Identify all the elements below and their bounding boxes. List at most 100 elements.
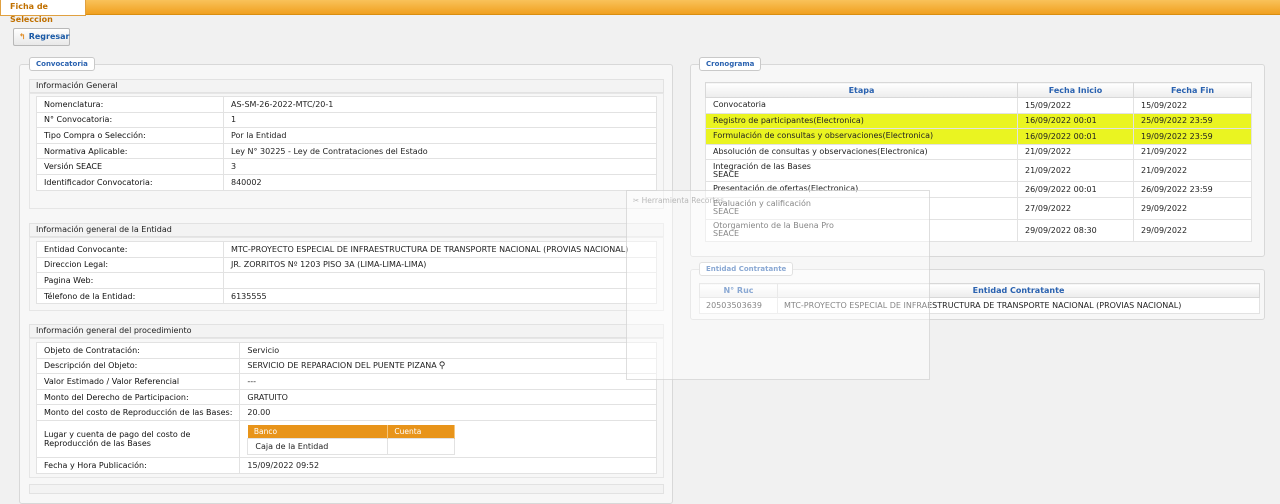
convocatoria-legend: Convocatoria (29, 57, 95, 71)
cron-etapa-text: Absolución de consultas y observaciones(… (713, 146, 928, 156)
section-info-entidad: Información general de la Entidad (29, 223, 664, 237)
field-label: Entidad Convocante: (36, 241, 224, 258)
field-label: Direccion Legal: (36, 256, 224, 274)
field-value-text: AS-SM-26-2022-MTC/20-1 (231, 99, 334, 109)
field-value: --- (239, 373, 657, 390)
cron-etapa-text: Registro de participantes(Electronica) (713, 115, 864, 125)
table-row: Objeto de Contratación: Servicio (35, 342, 657, 359)
field-label: Normativa Aplicable: (36, 142, 224, 160)
field-value-text: JR. ZORRITOS Nº 1203 PISO 3A (LIMA-LIMA-… (231, 260, 427, 270)
top-bar (0, 0, 1280, 15)
field-value: Servicio (239, 342, 657, 359)
cron-cell-etapa: Registro de participantes(Electronica) (705, 112, 1018, 129)
field-label: Pagina Web: (36, 272, 224, 289)
table-row: Registro de participantes(Electronica) 16… (705, 112, 1252, 129)
table-row: Caja de la Entidad (247, 438, 456, 456)
cron-cell-etapa: Absolución de consultas y observaciones(… (705, 143, 1018, 160)
cron-etapa-text: Integración de las Bases (713, 161, 811, 171)
table-row: Versión SEACE 3 (36, 158, 657, 175)
bank-header-cuenta: Cuenta (387, 424, 456, 439)
field-value: JR. ZORRITOS Nº 1203 PISO 3A (LIMA-LIMA-… (223, 256, 657, 274)
fecha-publicacion-value: 15/09/2022 09:52 (239, 456, 657, 474)
table-row: Pagina Web: (36, 272, 657, 289)
cron-cell-fin: 19/09/2022 23:59 (1133, 128, 1252, 145)
field-value: Ley N° 30225 - Ley de Contrataciones del… (223, 142, 657, 160)
cron-header-etapa: Etapa (705, 82, 1018, 98)
info-procedimiento-table: Objeto de Contratación: Servicio Descripci… (35, 342, 657, 474)
field-label: Objeto de Contratación: (35, 342, 241, 359)
cron-cell-fin: 15/09/2022 (1133, 97, 1252, 114)
snipping-tool-title: ✂ Herramienta Recortes (633, 196, 724, 205)
table-row: Absolución de consultas y observaciones(… (705, 143, 1252, 160)
bank-cell-cuenta (387, 438, 456, 456)
cron-cell-fin: 29/09/2022 (1133, 196, 1252, 220)
cron-cell-fin: 25/09/2022 23:59 (1133, 112, 1252, 129)
cronograma-legend: Cronograma (699, 57, 762, 71)
field-label: Descripción del Objeto: (35, 357, 241, 375)
field-label: Versión SEACE (36, 158, 224, 175)
field-value: MTC-PROYECTO ESPECIAL DE INFRAESTRUCTURA… (223, 241, 657, 258)
field-value-text: 1 (231, 115, 237, 125)
cron-cell-inicio: 16/09/2022 00:01 (1017, 128, 1134, 145)
table-row: Valor Estimado / Valor Referencial --- (35, 373, 657, 390)
field-value-text: --- (247, 376, 257, 386)
cron-cell-inicio: 21/09/2022 (1017, 143, 1134, 160)
field-value: 1 (223, 111, 657, 129)
cron-cell-inicio: 26/09/2022 00:01 (1017, 181, 1134, 198)
section-info-general: Información General (29, 79, 664, 93)
field-value: AS-SM-26-2022-MTC/20-1 (223, 96, 657, 113)
search-icon[interactable]: ⚲ (439, 361, 446, 371)
cron-cell-etapa: Integración de las Bases SEACE (705, 159, 1018, 182)
field-label: Identificador Convocatoria: (36, 173, 224, 191)
table-row: Lugar y cuenta de pago del costo de Repr… (35, 419, 657, 458)
cron-cell-fin: 26/09/2022 23:59 (1133, 181, 1252, 198)
field-label: Tipo Compra o Selección: (36, 127, 224, 144)
field-label: Télefono de la Entidad: (36, 287, 224, 305)
cron-cell-inicio: 21/09/2022 (1017, 159, 1134, 182)
cron-cell-etapa: Formulación de consultas y observaciones… (705, 128, 1018, 145)
field-label: Nomenclatura: (36, 96, 224, 113)
cron-cell-inicio: 29/09/2022 08:30 (1017, 218, 1134, 242)
table-row: Entidad Convocante: MTC-PROYECTO ESPECIAL… (36, 241, 657, 258)
section-bottom-strip (29, 484, 664, 494)
field-value-text: SERVICIO DE REPARACION DEL PUENTE PIZANA (247, 360, 437, 370)
field-label: N° Convocatoria: (36, 111, 224, 129)
fecha-publicacion-label: Fecha y Hora Publicación: (35, 456, 241, 474)
table-row: Monto del costo de Reproducción de las B… (35, 404, 657, 421)
snipping-tool-overlay[interactable]: ✂ Herramienta Recortes (626, 190, 930, 380)
info-general-table: Nomenclatura: AS-SM-26-2022-MTC/20-1 N° Co… (36, 96, 657, 191)
cron-cell-fin: 21/09/2022 (1133, 143, 1252, 160)
table-row: Direccion Legal: JR. ZORRITOS Nº 1203 PIS… (36, 256, 657, 274)
bank-table: Banco Cuenta Caja de la Entidad (247, 424, 456, 456)
lugar-pago-label: Lugar y cuenta de pago del costo de Repr… (35, 419, 241, 458)
table-row: Tipo Compra o Selección: Por la Entidad (36, 127, 657, 144)
field-value-text: Ley N° 30225 - Ley de Contrataciones del… (231, 146, 428, 156)
tab-ficha-seleccion[interactable]: Ficha de Seleccion (0, 0, 86, 24)
field-value: 6135555 (223, 287, 657, 305)
back-button[interactable]: ↰ Regresar (13, 28, 70, 46)
field-value: SERVICIO DE REPARACION DEL PUENTE PIZANA… (239, 357, 657, 375)
table-row: Formulación de consultas y observaciones… (705, 128, 1252, 145)
field-value: 840002 (223, 173, 657, 191)
cron-etapa-text: Convocatoria (713, 100, 766, 110)
scissors-icon: ✂ (633, 196, 642, 205)
section-info-procedimiento: Información general del procedimiento (29, 324, 664, 338)
field-value (223, 272, 657, 289)
table-row: Identificador Convocatoria: 840002 (36, 173, 657, 191)
cron-cell-fin: 29/09/2022 (1133, 218, 1252, 242)
cron-etapa-text: Formulación de consultas y observaciones… (713, 131, 934, 141)
cron-cell-inicio: 16/09/2022 00:01 (1017, 112, 1134, 129)
cron-cell-inicio: 27/09/2022 (1017, 196, 1134, 220)
table-row: Integración de las Bases SEACE 21/09/2022 2… (705, 159, 1252, 182)
back-arrow-icon: ↰ (19, 32, 26, 41)
field-label: Monto del costo de Reproducción de las B… (35, 404, 241, 421)
cron-etapa-subtext: SEACE (713, 169, 740, 179)
bank-cell-banco: Caja de la Entidad (247, 438, 389, 456)
field-value-text: 6135555 (231, 291, 267, 301)
field-label: Monto del Derecho de Participacion: (35, 388, 241, 406)
table-row: Fecha y Hora Publicación: 15/09/2022 09:… (35, 456, 657, 474)
field-label: Valor Estimado / Valor Referencial (35, 373, 241, 390)
field-value-text: Por la Entidad (231, 130, 287, 140)
cron-cell-inicio: 15/09/2022 (1017, 97, 1134, 114)
lugar-pago-value: Banco Cuenta Caja de la Entidad (239, 419, 657, 458)
